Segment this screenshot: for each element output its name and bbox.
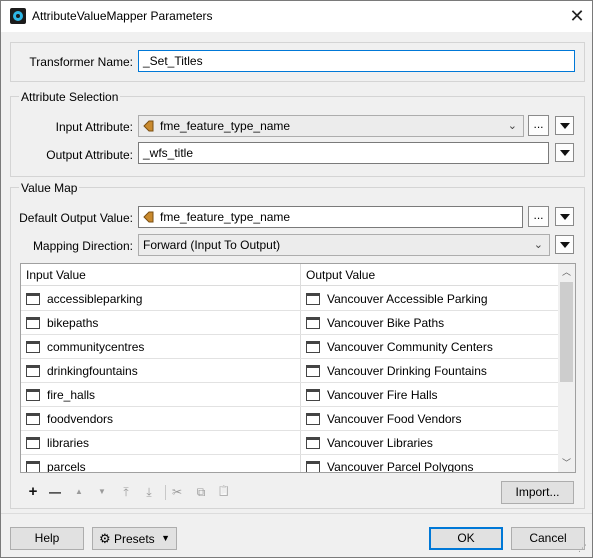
input-attribute-value: fme_feature_type_name (160, 119, 291, 133)
output-attribute-input[interactable]: _wfs_title (138, 142, 549, 164)
scroll-down-arrow-icon[interactable]: ﹀ (558, 455, 575, 472)
mapping-direction-combo[interactable]: Forward (Input To Output) ⌄ (138, 234, 550, 256)
presets-label: Presets (114, 532, 155, 546)
input-value-cell[interactable]: parcels (47, 460, 86, 473)
input-attribute-ellipsis-button[interactable]: ... (528, 115, 549, 136)
output-value-cell[interactable]: Vancouver Community Centers (327, 340, 493, 354)
value-map-heading: Value Map (19, 181, 80, 195)
default-output-menu-button[interactable] (555, 207, 574, 226)
table-vertical-scrollbar[interactable]: ︿ ﹀ (558, 264, 575, 472)
text-value-icon (306, 364, 320, 377)
input-value-cell[interactable]: foodvendors (47, 412, 113, 426)
table-row[interactable]: fire_halls Vancouver Fire Halls (21, 383, 558, 407)
output-attribute-label: Output Attribute: (46, 148, 133, 162)
output-value-cell[interactable]: Vancouver Drinking Fountains (327, 364, 487, 378)
transformer-name-label: Transformer Name: (29, 55, 133, 69)
cut-icon[interactable]: ✂ (168, 483, 186, 501)
chevron-down-icon: ⌄ (533, 239, 543, 251)
move-to-top-icon[interactable]: ⤒ (117, 483, 135, 501)
default-output-input[interactable]: fme_feature_type_name (138, 206, 523, 228)
output-value-cell[interactable]: Vancouver Accessible Parking (327, 292, 488, 306)
default-output-label: Default Output Value: (19, 211, 133, 225)
default-output-ellipsis-button[interactable]: ... (528, 206, 549, 227)
text-value-icon (26, 412, 40, 425)
output-attribute-menu-button[interactable] (555, 143, 574, 162)
title-bar: AttributeValueMapper Parameters ✕ (1, 1, 592, 32)
text-value-icon (306, 436, 320, 449)
default-output-value: fme_feature_type_name (160, 210, 291, 224)
text-value-icon (26, 340, 40, 353)
output-value-cell[interactable]: Vancouver Fire Halls (327, 388, 437, 402)
add-row-icon[interactable]: + (24, 483, 42, 501)
text-value-icon (306, 340, 320, 353)
mapping-direction-value: Forward (Input To Output) (143, 238, 281, 252)
presets-button[interactable]: ⚙ Presets ▼ (92, 527, 177, 550)
input-value-cell[interactable]: communitycentres (47, 340, 144, 354)
mapping-direction-label: Mapping Direction: (32, 239, 133, 253)
text-value-icon (306, 388, 320, 401)
move-to-bottom-icon[interactable]: ⤓ (140, 483, 158, 501)
column-header-output-value[interactable]: Output Value (306, 268, 375, 282)
table-row[interactable]: bikepaths Vancouver Bike Paths (21, 311, 558, 335)
move-down-icon[interactable]: ▼ (93, 483, 111, 501)
copy-icon[interactable]: ⧉ (192, 483, 210, 501)
output-value-cell[interactable]: Vancouver Libraries (327, 436, 433, 450)
ok-button[interactable]: OK (429, 527, 503, 550)
input-attribute-combo[interactable]: fme_feature_type_name ⌄ (138, 115, 524, 137)
attribute-icon (143, 211, 154, 223)
remove-row-icon[interactable]: — (46, 483, 64, 501)
input-attribute-label: Input Attribute: (55, 120, 133, 134)
table-row[interactable]: accessibleparking Vancouver Accessible P… (21, 287, 558, 311)
import-button[interactable]: Import... (501, 481, 574, 504)
close-button[interactable]: ✕ (565, 5, 589, 27)
dropdown-triangle-icon: ▼ (161, 533, 170, 543)
text-value-icon (306, 292, 320, 305)
input-value-cell[interactable]: bikepaths (47, 316, 98, 330)
input-value-cell[interactable]: accessibleparking (47, 292, 142, 306)
help-button[interactable]: Help (10, 527, 84, 550)
resize-grip-icon[interactable]: ⋰ (578, 543, 587, 554)
scroll-up-arrow-icon[interactable]: ︿ (558, 264, 575, 281)
cancel-button[interactable]: Cancel (511, 527, 585, 550)
table-row[interactable]: foodvendors Vancouver Food Vendors (21, 407, 558, 431)
scroll-thumb[interactable] (560, 282, 573, 382)
chevron-down-icon: ⌄ (507, 120, 517, 132)
text-value-icon (26, 292, 40, 305)
text-value-icon (26, 364, 40, 377)
attribute-selection-heading: Attribute Selection (19, 90, 121, 104)
input-value-cell[interactable]: libraries (47, 436, 89, 450)
mapping-direction-menu-button[interactable] (555, 235, 574, 254)
text-value-icon (306, 316, 320, 329)
fme-app-icon (10, 8, 26, 24)
paste-icon[interactable]: 📋 (215, 483, 233, 501)
transformer-name-input[interactable]: _Set_Titles (138, 50, 575, 72)
table-header: Input Value Output Value (21, 264, 558, 286)
table-row[interactable]: drinkingfountains Vancouver Drinking Fou… (21, 359, 558, 383)
text-value-icon (26, 460, 40, 472)
dialog-window: AttributeValueMapper Parameters ✕ Transf… (0, 0, 593, 558)
column-header-input-value[interactable]: Input Value (26, 268, 86, 282)
table-row[interactable]: communitycentres Vancouver Community Cen… (21, 335, 558, 359)
output-value-cell[interactable]: Vancouver Parcel Polygons (327, 460, 474, 473)
text-value-icon (26, 316, 40, 329)
table-row[interactable]: parcels Vancouver Parcel Polygons (21, 455, 558, 473)
gear-icon: ⚙ (99, 531, 111, 546)
footer-divider (1, 513, 592, 514)
attribute-icon (143, 120, 154, 132)
output-value-cell[interactable]: Vancouver Food Vendors (327, 412, 462, 426)
move-up-icon[interactable]: ▲ (70, 483, 88, 501)
toolbar-divider (165, 485, 166, 500)
text-value-icon (306, 460, 320, 472)
text-value-icon (26, 388, 40, 401)
output-value-cell[interactable]: Vancouver Bike Paths (327, 316, 444, 330)
text-value-icon (26, 436, 40, 449)
input-attribute-menu-button[interactable] (555, 116, 574, 135)
window-title: AttributeValueMapper Parameters (32, 9, 213, 23)
text-value-icon (306, 412, 320, 425)
table-row[interactable]: libraries Vancouver Libraries (21, 431, 558, 455)
input-value-cell[interactable]: drinkingfountains (47, 364, 138, 378)
input-value-cell[interactable]: fire_halls (47, 388, 95, 402)
value-map-table: Input Value Output Value accessibleparki… (20, 263, 576, 473)
